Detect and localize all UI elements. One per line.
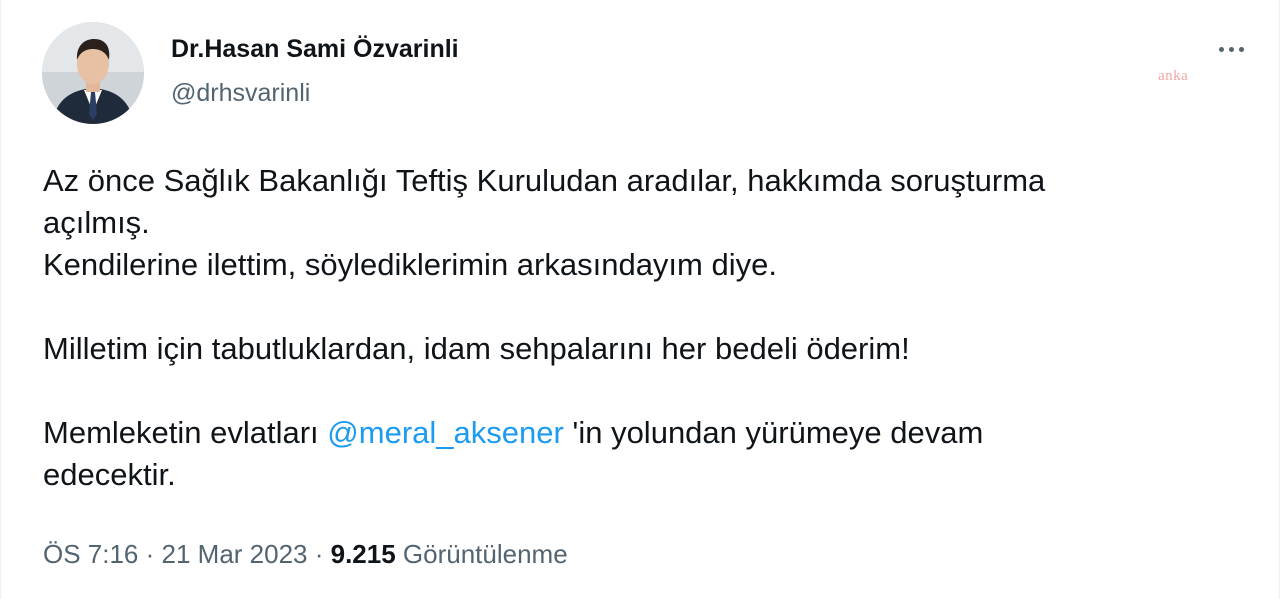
watermark-logo: anka	[1158, 68, 1189, 84]
tweet-text: Az önce Sağlık Bakanlığı Teftiş Kuruluda…	[43, 160, 1243, 496]
tweet-line: Kendilerine ilettim, söylediklerimin ark…	[43, 247, 777, 282]
tweet-time[interactable]: ÖS 7:16	[43, 539, 138, 569]
tweet-meta: ÖS 7:16 · 21 Mar 2023 · 9.215 Görüntülen…	[43, 536, 568, 572]
avatar[interactable]	[42, 22, 144, 124]
meta-separator: ·	[138, 539, 162, 569]
ellipsis-icon-dot	[1238, 46, 1244, 52]
tweet-line: açılmış.	[43, 205, 150, 240]
tweet-text-segment: Memleketin evlatları	[43, 415, 328, 450]
author-handle[interactable]: @drhsvarinli	[171, 77, 310, 109]
views-count[interactable]: 9.215	[331, 539, 396, 569]
mention-link[interactable]: @meral_aksener	[327, 415, 564, 450]
tweet-line: Milletim için tabutluklardan, idam sehpa…	[43, 331, 910, 366]
tweet-line: edecektir.	[43, 457, 176, 492]
tweet-card: Dr.Hasan Sami Özvarinli @drhsvarinli ank…	[0, 0, 1280, 599]
avatar-photo	[42, 22, 144, 124]
tweet-line: Az önce Sağlık Bakanlığı Teftiş Kuruluda…	[43, 163, 1046, 198]
tweet-date[interactable]: 21 Mar 2023	[162, 539, 308, 569]
ellipsis-icon	[1218, 46, 1224, 52]
ellipsis-icon-dot	[1228, 46, 1234, 52]
meta-separator: ·	[307, 539, 331, 569]
author-name[interactable]: Dr.Hasan Sami Özvarinli	[171, 33, 459, 65]
tweet-text-segment: 'in yolundan yürümeye devam	[563, 415, 984, 450]
tweet-line: Memleketin evlatları @meral_aksener 'in …	[43, 412, 1243, 454]
more-options-button[interactable]	[1211, 34, 1251, 64]
views-label[interactable]: Görüntülenme	[396, 539, 568, 569]
